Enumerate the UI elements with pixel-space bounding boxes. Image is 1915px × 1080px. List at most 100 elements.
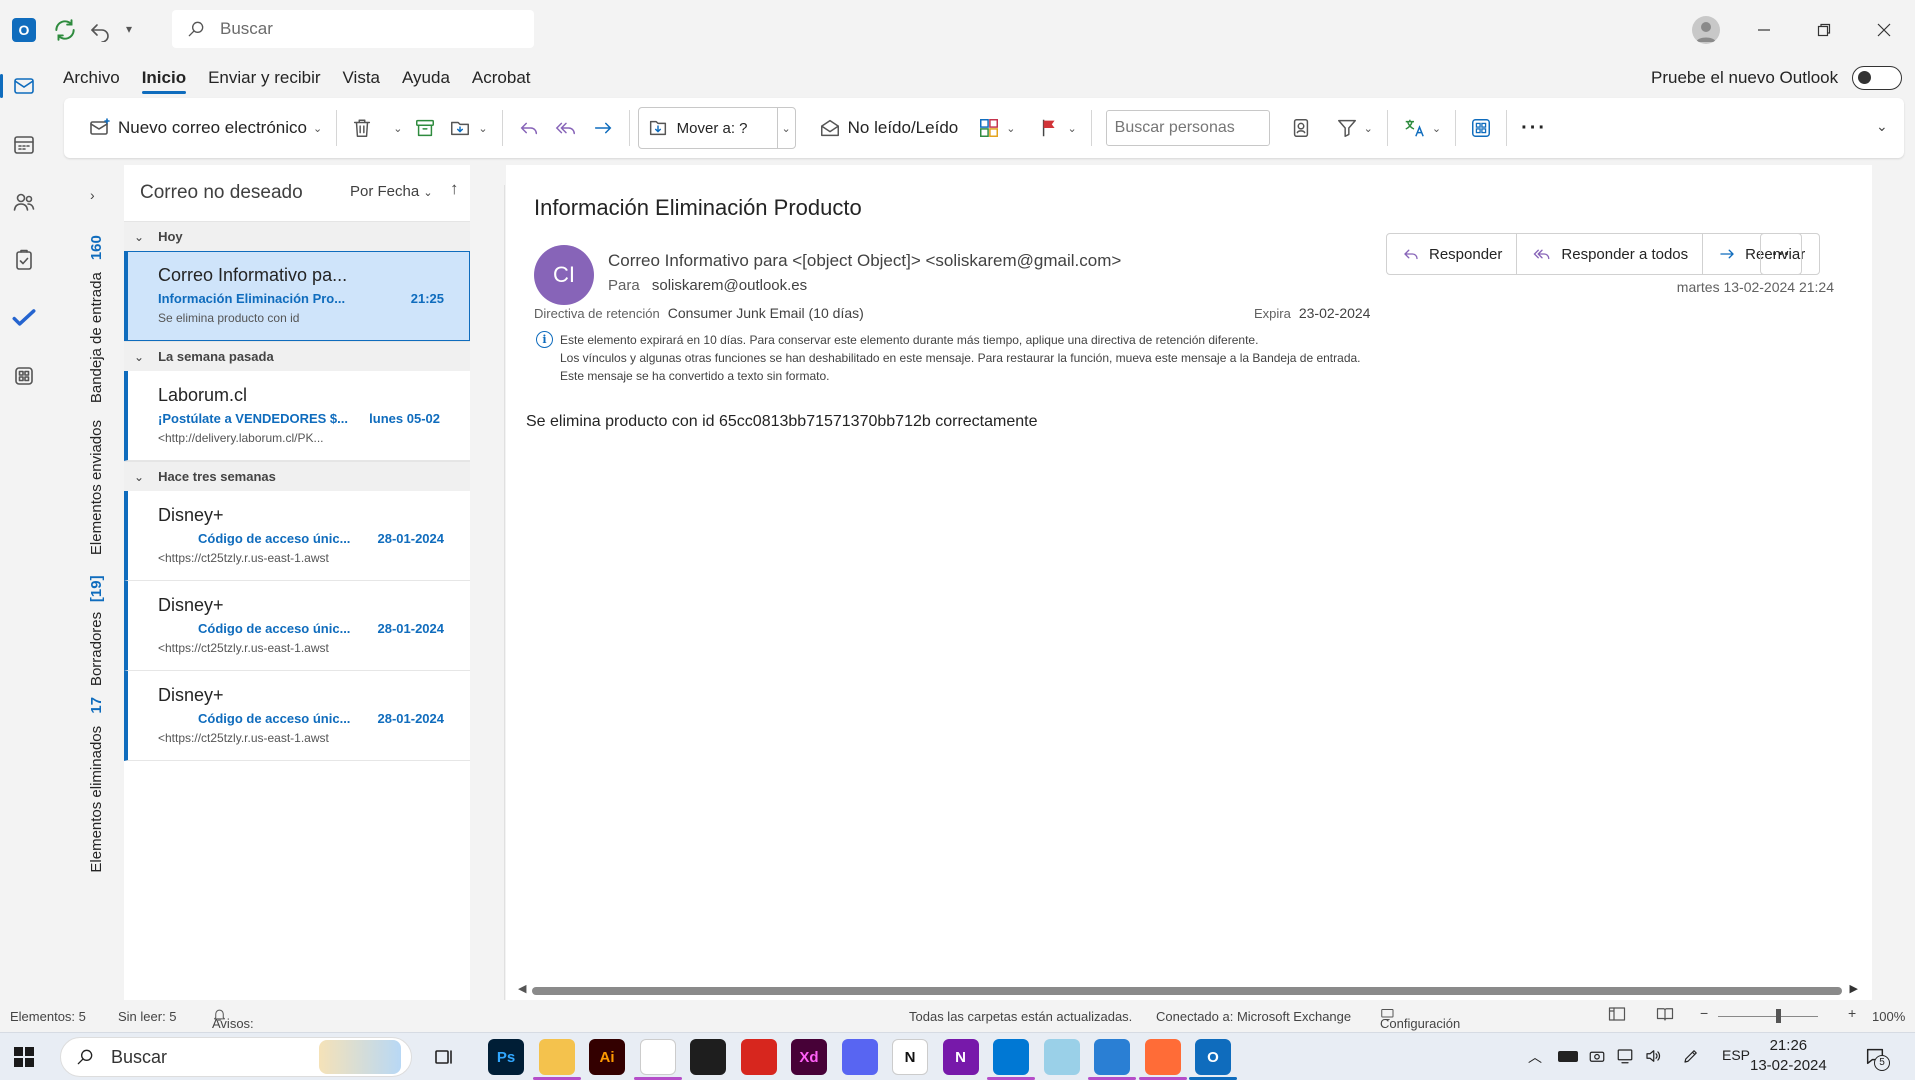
reply-all-icon-button[interactable] bbox=[547, 108, 585, 148]
translate-button[interactable]: ⌄ bbox=[1396, 108, 1447, 148]
read-unread-button[interactable]: No leído/Leído bbox=[812, 108, 965, 148]
list-divider[interactable] bbox=[504, 185, 505, 1000]
email-from[interactable]: Correo Informativo para <[object Object]… bbox=[608, 251, 1121, 271]
taskbar-app-acrobat-icon[interactable] bbox=[740, 1039, 777, 1075]
taskbar-app-files-icon[interactable] bbox=[538, 1039, 575, 1075]
taskbar-app-discord-icon[interactable] bbox=[841, 1039, 878, 1075]
reading-view-icon[interactable] bbox=[1656, 1006, 1674, 1022]
collapse-ribbon-icon[interactable]: ⌄ bbox=[1876, 118, 1888, 135]
tab-enviar-recibir[interactable]: Enviar y recibir bbox=[197, 60, 331, 96]
windows-start-icon[interactable] bbox=[14, 1047, 34, 1067]
search-input[interactable]: Buscar bbox=[172, 10, 534, 48]
more-options-button[interactable]: ··· bbox=[1515, 108, 1553, 148]
reply-all-button[interactable]: Responder a todos bbox=[1517, 234, 1704, 274]
restore-button[interactable] bbox=[1794, 0, 1854, 60]
battery-icon[interactable] bbox=[1558, 1051, 1578, 1062]
tab-archivo[interactable]: Archivo bbox=[52, 60, 131, 96]
tab-inicio[interactable]: Inicio bbox=[131, 60, 197, 96]
network-icon[interactable] bbox=[1616, 1047, 1634, 1065]
list-item[interactable]: Disney+ Código de acceso únic... 28-01-2… bbox=[124, 581, 470, 671]
taskbar-app-figma-icon[interactable] bbox=[690, 1039, 726, 1075]
scroll-left-icon[interactable]: ◀ bbox=[518, 982, 526, 995]
sync-icon[interactable] bbox=[52, 17, 78, 43]
horizontal-scrollbar[interactable]: ◀ ▶ bbox=[518, 982, 1858, 997]
archive-button[interactable] bbox=[408, 108, 442, 148]
sender-avatar[interactable]: CI bbox=[534, 245, 594, 305]
todo-icon[interactable] bbox=[4, 298, 44, 338]
group-header[interactable]: ⌄ La semana pasada bbox=[124, 341, 470, 371]
address-book-button[interactable] bbox=[1284, 108, 1318, 148]
tray-chevron-icon[interactable]: ︿ bbox=[1528, 1047, 1542, 1067]
taskbar-app-onenote-icon[interactable]: N bbox=[942, 1039, 979, 1075]
sort-dropdown[interactable]: Por Fecha ⌄ bbox=[350, 183, 433, 200]
volume-icon[interactable] bbox=[1644, 1047, 1662, 1065]
zoom-in-button[interactable]: + bbox=[1848, 1005, 1856, 1021]
list-item[interactable]: Laborum.cl ¡Postúlate a VENDEDORES $... … bbox=[124, 371, 470, 461]
categorize-button[interactable]: ⌄ bbox=[972, 108, 1021, 148]
sort-direction-icon[interactable]: ↑ bbox=[450, 179, 459, 199]
list-item[interactable]: Correo Informativo pa... Información Eli… bbox=[124, 251, 470, 341]
camera-icon[interactable] bbox=[1588, 1047, 1606, 1065]
scroll-thumb[interactable] bbox=[532, 987, 1842, 995]
view-settings-button[interactable]: Configuración de visualización bbox=[1380, 1007, 1460, 1061]
clock[interactable]: 21:26 13-02-2024 bbox=[1750, 1036, 1827, 1076]
folder-drafts[interactable]: Borradores [19] bbox=[88, 575, 105, 686]
folder-deleted[interactable]: Elementos eliminados 17 bbox=[88, 697, 105, 873]
normal-view-icon[interactable] bbox=[1608, 1006, 1626, 1022]
undo-icon[interactable] bbox=[88, 18, 112, 42]
folder-sent[interactable]: Elementos enviados bbox=[88, 420, 105, 555]
list-item[interactable]: Disney+ Código de acceso únic... 28-01-2… bbox=[124, 671, 470, 761]
new-outlook-toggle[interactable] bbox=[1852, 66, 1902, 90]
taskbar-app-photos-icon[interactable] bbox=[1094, 1039, 1130, 1075]
apps-button[interactable] bbox=[1464, 108, 1498, 148]
zoom-out-button[interactable]: − bbox=[1700, 1005, 1708, 1021]
close-button[interactable] bbox=[1854, 0, 1914, 60]
mail-icon[interactable] bbox=[0, 66, 44, 106]
taskbar-app-vscode-icon[interactable] bbox=[993, 1039, 1029, 1075]
taskbar-app-postman-icon[interactable] bbox=[1144, 1039, 1181, 1075]
delete-button[interactable]: ⌄ bbox=[345, 108, 408, 148]
expand-folders-icon[interactable]: › bbox=[90, 187, 95, 203]
quick-access-dropdown-icon[interactable]: ▾ bbox=[126, 22, 132, 36]
folder-inbox[interactable]: Bandeja de entrada 160 bbox=[88, 235, 105, 403]
notifications-icon[interactable]: 5 bbox=[1864, 1045, 1890, 1071]
tab-acrobat[interactable]: Acrobat bbox=[461, 60, 542, 96]
search-people-input[interactable]: Buscar personas bbox=[1105, 110, 1270, 146]
more-apps-icon[interactable] bbox=[4, 356, 44, 396]
reply-button[interactable]: Responder bbox=[1387, 234, 1518, 274]
language-indicator[interactable]: ESP bbox=[1722, 1047, 1750, 1063]
new-mail-button[interactable]: Nuevo correo electrónico ⌄ bbox=[82, 108, 328, 148]
taskbar-app-notepad-icon[interactable] bbox=[1043, 1039, 1080, 1075]
taskbar-app-notion-icon[interactable]: N bbox=[892, 1039, 928, 1075]
email-to[interactable]: soliskarem@outlook.es bbox=[652, 277, 807, 294]
zoom-thumb[interactable] bbox=[1776, 1009, 1781, 1023]
minimize-button[interactable] bbox=[1734, 0, 1794, 60]
move-to-dropdown[interactable]: Mover a: ? ⌄ bbox=[637, 107, 796, 149]
message-more-button[interactable]: ··· bbox=[1760, 233, 1802, 275]
calendar-icon[interactable] bbox=[4, 124, 44, 164]
reply-icon-button[interactable] bbox=[511, 108, 547, 148]
taskbar-app-ai-icon[interactable]: Ai bbox=[589, 1039, 625, 1075]
task-view-icon[interactable] bbox=[432, 1045, 456, 1069]
taskbar-app-ps-icon[interactable]: Ps bbox=[488, 1039, 524, 1075]
group-header[interactable]: ⌄ Hoy bbox=[124, 221, 470, 251]
tasks-icon[interactable] bbox=[4, 240, 44, 280]
forward-icon-button[interactable] bbox=[585, 108, 621, 148]
filter-button[interactable]: ⌄ bbox=[1330, 108, 1379, 148]
move-button[interactable]: ⌄ bbox=[442, 108, 493, 148]
pen-icon[interactable] bbox=[1682, 1047, 1700, 1065]
zoom-slider[interactable] bbox=[1718, 1016, 1818, 1017]
taskbar-app-outlook-icon[interactable]: O bbox=[1195, 1039, 1231, 1075]
tab-vista[interactable]: Vista bbox=[332, 60, 392, 96]
account-avatar-icon[interactable] bbox=[1692, 16, 1720, 44]
tab-ayuda[interactable]: Ayuda bbox=[391, 60, 461, 96]
flag-button[interactable]: ⌄ bbox=[1033, 108, 1082, 148]
taskbar-app-chrome-icon[interactable] bbox=[639, 1039, 676, 1075]
taskbar-search[interactable]: Buscar bbox=[60, 1037, 412, 1077]
group-header[interactable]: ⌄ Hace tres semanas bbox=[124, 461, 470, 491]
scroll-right-icon[interactable]: ▶ bbox=[1850, 982, 1858, 995]
list-item[interactable]: Disney+ Código de acceso únic... 28-01-2… bbox=[124, 491, 470, 581]
people-icon[interactable] bbox=[4, 182, 44, 222]
taskbar-app-xd-icon[interactable]: Xd bbox=[791, 1039, 827, 1075]
status-reminders[interactable]: Avisos: 2 bbox=[212, 1007, 254, 1046]
